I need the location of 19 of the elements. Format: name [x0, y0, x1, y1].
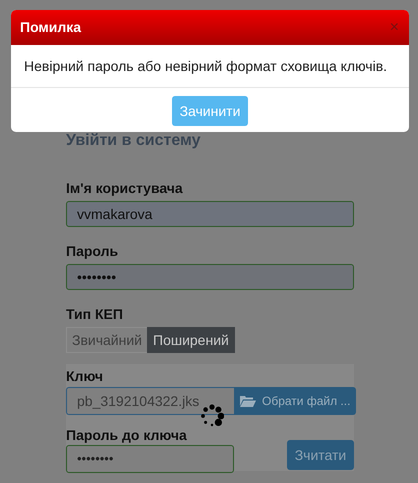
field-label: Тип КЕП	[66, 305, 123, 323]
dialog-title: Помилка	[20, 18, 82, 37]
error-message: Невірний пароль або невірний формат сховища ключів.	[11, 45, 409, 88]
password-field[interactable]: ••••••••	[66, 264, 354, 290]
field-label: Ключ	[66, 367, 103, 385]
key-password-field[interactable]: ••••••••	[66, 445, 234, 473]
folder-icon	[240, 395, 256, 407]
field-label: Пароль	[66, 242, 118, 260]
key-type-toggle[interactable]: Поширений	[147, 327, 235, 353]
close-button[interactable]: ×	[388, 20, 401, 36]
read-button[interactable]: Зчитати	[287, 440, 354, 470]
browse-button[interactable]: Обрати файл ...	[234, 387, 356, 415]
close-dialog-button[interactable]: Зачинити	[172, 96, 248, 126]
form-title: Увійти в систему	[66, 131, 202, 151]
file-field[interactable]: pb_3192104322.jks	[66, 387, 234, 415]
field-label: Пароль до ключа	[66, 426, 187, 444]
username-field[interactable]: vvmakarova	[66, 201, 354, 227]
key-type-toggle[interactable]: Звичайний	[66, 327, 148, 353]
field-label: Ім'я користувача	[66, 179, 183, 197]
